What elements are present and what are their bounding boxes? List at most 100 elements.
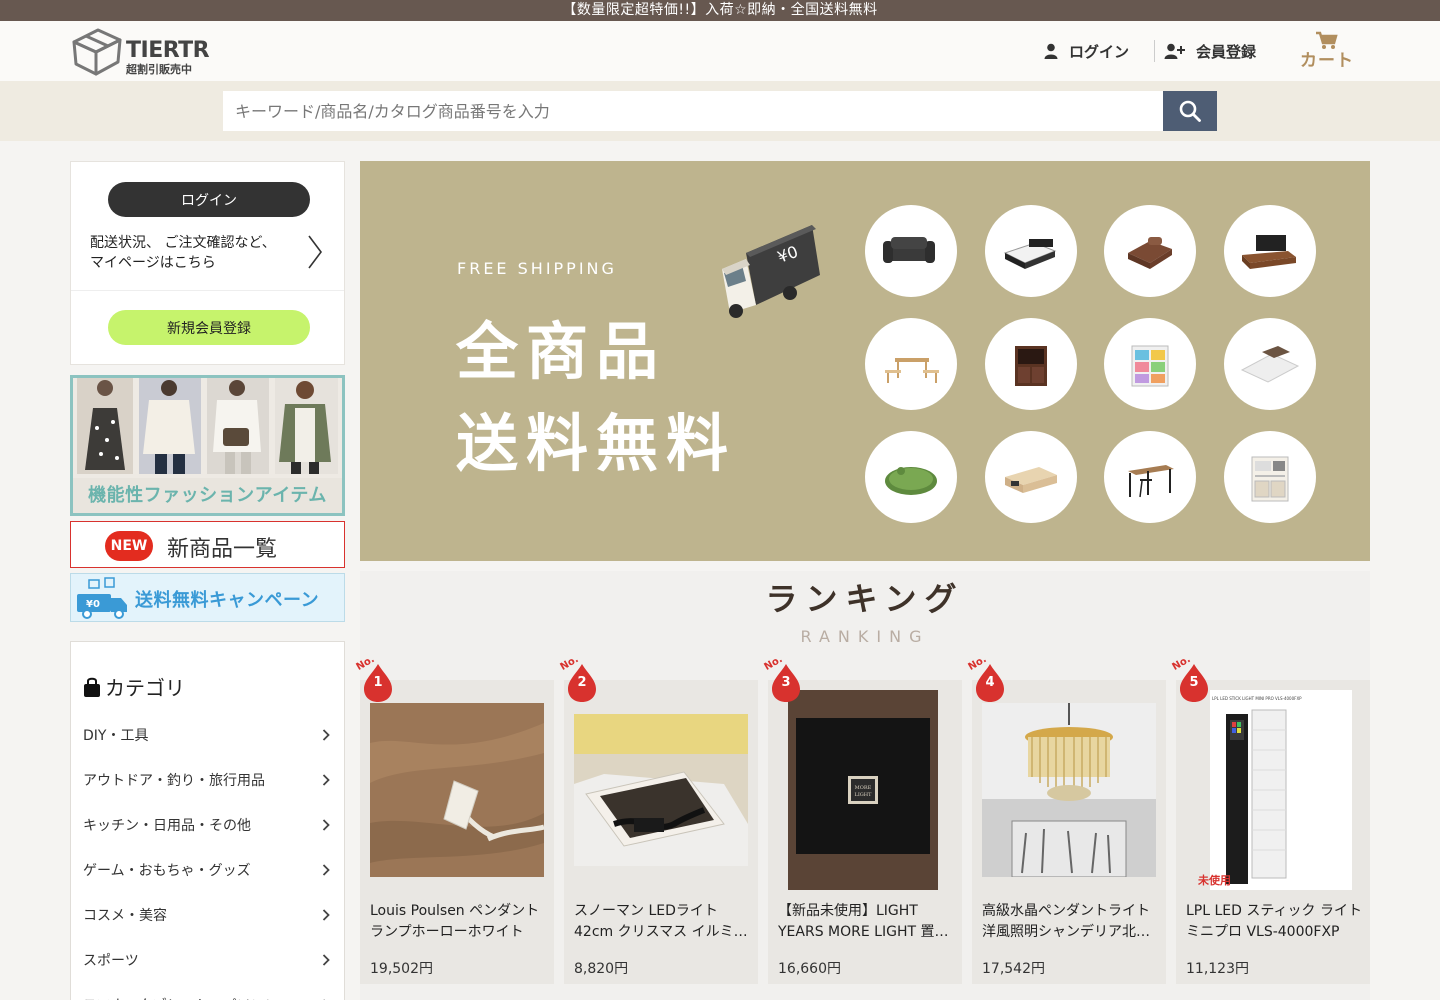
ranking-title: ランキング	[765, 580, 965, 618]
rug-icon	[1240, 346, 1300, 383]
product-image[interactable]: LPL LED STICK LIGHT MINI PRO VLS-4000FXP	[1186, 690, 1360, 890]
fashion-banner[interactable]: 機能性ファッションアイテム	[70, 375, 345, 516]
product-name[interactable]: 高級水晶ペンダントライト洋風照明シャンデリア北欧風	[982, 901, 1158, 943]
category-item-label: DIY・工具	[83, 727, 149, 744]
chevron-right-icon	[322, 773, 330, 786]
fashion-banner-label: 機能性ファッションアイテム	[88, 485, 327, 506]
bed-icon	[1003, 239, 1057, 269]
sidebar-login-box: ログイン 配送状況、 ご注文確認など、 マイページはこちら 新規会員登録	[70, 161, 345, 365]
header-register-link[interactable]: 会員登録	[1164, 39, 1256, 63]
kitchen-rack-icon	[1251, 456, 1289, 502]
category-item[interactable]: スマホ・タブレット・パソコン	[71, 982, 344, 1000]
category-item-label: ゲーム・おもちゃ・グッズ	[83, 862, 251, 879]
user-plus-icon	[1164, 43, 1185, 59]
category-item[interactable]: キッチン・日用品・その他	[71, 802, 344, 847]
product-price: 11,123円	[1186, 961, 1249, 977]
ranking-product-card[interactable]: Louis Poulsen ペンダントランプホーローホワイト 19,502円 No.…	[355, 654, 554, 984]
ranking-product-card[interactable]: 高級水晶ペンダントライト洋風照明シャンデリア北欧風 17,542円 No.4	[967, 654, 1166, 984]
category-item[interactable]: コスメ・美容	[71, 892, 344, 937]
category-item[interactable]: DIY・工具	[71, 712, 344, 757]
delivery-truck-icon: ¥0	[77, 577, 127, 619]
user-icon	[1044, 43, 1058, 59]
mypage-text: 配送状況、 ご注文確認など、 マイページはこちら	[90, 235, 276, 271]
header-separator	[1154, 40, 1155, 62]
product-name[interactable]: LPL LED スティック ライトミニプロ VLS-4000FXP	[1186, 901, 1362, 943]
product-price: 17,542円	[982, 961, 1045, 977]
hero-product-circle	[865, 205, 957, 297]
rank-number: 1	[373, 675, 383, 690]
logo-subtitle: 超割引販売中	[126, 63, 192, 76]
product-price: 8,820円	[574, 961, 629, 977]
rank-badge: No. 2	[559, 654, 602, 704]
fashion-models-image	[73, 378, 342, 478]
chevron-right-icon	[308, 235, 322, 269]
hero-product-circle	[1104, 205, 1196, 297]
category-item[interactable]: スポーツ	[71, 937, 344, 982]
ship-banner-price: ¥0	[86, 599, 100, 610]
chevron-right-icon	[322, 818, 330, 831]
category-title: カテゴリ	[83, 672, 185, 701]
category-box: カテゴリ DIY・工具アウトドア・釣り・旅行用品キッチン・日用品・その他 ゲーム・…	[70, 641, 345, 1000]
logo-text: TIERTR	[126, 38, 210, 63]
futon-icon	[1128, 237, 1172, 269]
product-photo: LPL LED STICK LIGHT MINI PRO VLS-4000FXP	[1210, 690, 1352, 890]
category-item[interactable]: ゲーム・おもちゃ・グッズ	[71, 847, 344, 892]
free-shipping-banner[interactable]: ¥0 送料無料キャンペーン	[70, 573, 345, 622]
product-image[interactable]: MORE LIGHT	[778, 690, 952, 890]
ranking-product-card[interactable]: スノーマン LEDライト 42cm クリスマス イルミネーション 8,820円 No…	[559, 654, 758, 984]
desk-icon	[1128, 465, 1174, 498]
sidebar-login-button[interactable]: ログイン	[108, 182, 310, 217]
rank-badge: No. 5	[1171, 654, 1214, 704]
new-products-banner[interactable]: NEW 新商品一覧	[70, 521, 345, 568]
box-label-2: LIGHT	[855, 792, 873, 798]
sidebar-register-button[interactable]: 新規会員登録	[108, 310, 310, 345]
hero-product-circle	[1224, 318, 1316, 410]
product-name[interactable]: Louis Poulsen ペンダントランプホーローホワイト	[370, 901, 546, 943]
category-item-label: スマホ・タブレット・パソコン	[83, 995, 279, 1000]
product-price: 16,660円	[778, 961, 841, 977]
mypage-link[interactable]: 配送状況、 ご注文確認など、 マイページはこちら	[71, 227, 344, 291]
chevron-right-icon	[322, 953, 330, 966]
ranking-product-card[interactable]: MORE LIGHT 【新品未使用】LIGHT YEARS MORE LIGHT 置…	[763, 654, 962, 984]
category-title-label: カテゴリ	[105, 676, 185, 700]
search-bar	[0, 81, 1440, 141]
shopping-bag-icon	[84, 677, 100, 697]
search-input[interactable]	[223, 91, 1164, 131]
hero-product-circle	[1104, 318, 1196, 410]
product-image[interactable]	[982, 703, 1156, 877]
product-name[interactable]: スノーマン LEDライト 42cm クリスマス イルミネーション	[574, 901, 750, 943]
chevron-right-icon	[322, 863, 330, 876]
category-item-label: キッチン・日用品・その他	[83, 817, 251, 834]
green-rug-icon	[885, 467, 937, 495]
box-logo-icon	[72, 28, 122, 76]
product-tiny-caption: LPL LED STICK LIGHT MINI PRO VLS-4000FXP	[1212, 696, 1302, 701]
hero-product-circle	[865, 431, 957, 523]
product-name[interactable]: 【新品未使用】LIGHT YEARS MORE LIGHT 置き型	[778, 901, 954, 943]
divider	[71, 290, 344, 291]
cart-label: カート	[1300, 51, 1354, 71]
site-header: TIERTR 超割引販売中 ログイン 会員登録 カート	[0, 21, 1440, 81]
tv-board-icon	[1242, 235, 1296, 269]
rank-number: 5	[1189, 675, 1199, 690]
hero-banner[interactable]: FREE SHIPPING 全商品 送料無料 ¥0	[360, 161, 1370, 561]
truck-icon: ¥0	[722, 225, 820, 318]
sofa-icon	[883, 237, 935, 263]
cart-button[interactable]: カート	[1298, 31, 1358, 73]
hero-line-2: 送料無料	[456, 407, 737, 480]
hero-product-circle	[985, 205, 1077, 297]
header-login-link[interactable]: ログイン	[1043, 39, 1129, 63]
product-photo	[982, 703, 1156, 877]
chevron-right-icon	[322, 728, 330, 741]
ranking-product-card[interactable]: LPL LED STICK LIGHT MINI PRO VLS-4000FXP…	[1171, 654, 1370, 984]
search-button[interactable]	[1163, 91, 1217, 131]
search-icon	[1179, 100, 1201, 122]
category-item-label: コスメ・美容	[83, 907, 167, 924]
dining-set-icon	[885, 358, 939, 383]
site-logo[interactable]: TIERTR 超割引販売中	[70, 26, 220, 78]
product-image[interactable]	[574, 714, 748, 866]
drawer-icon	[1131, 345, 1169, 387]
product-image[interactable]	[370, 703, 544, 877]
hero-product-circle	[985, 431, 1077, 523]
category-item[interactable]: アウトドア・釣り・旅行用品	[71, 757, 344, 802]
product-price: 19,502円	[370, 961, 433, 977]
